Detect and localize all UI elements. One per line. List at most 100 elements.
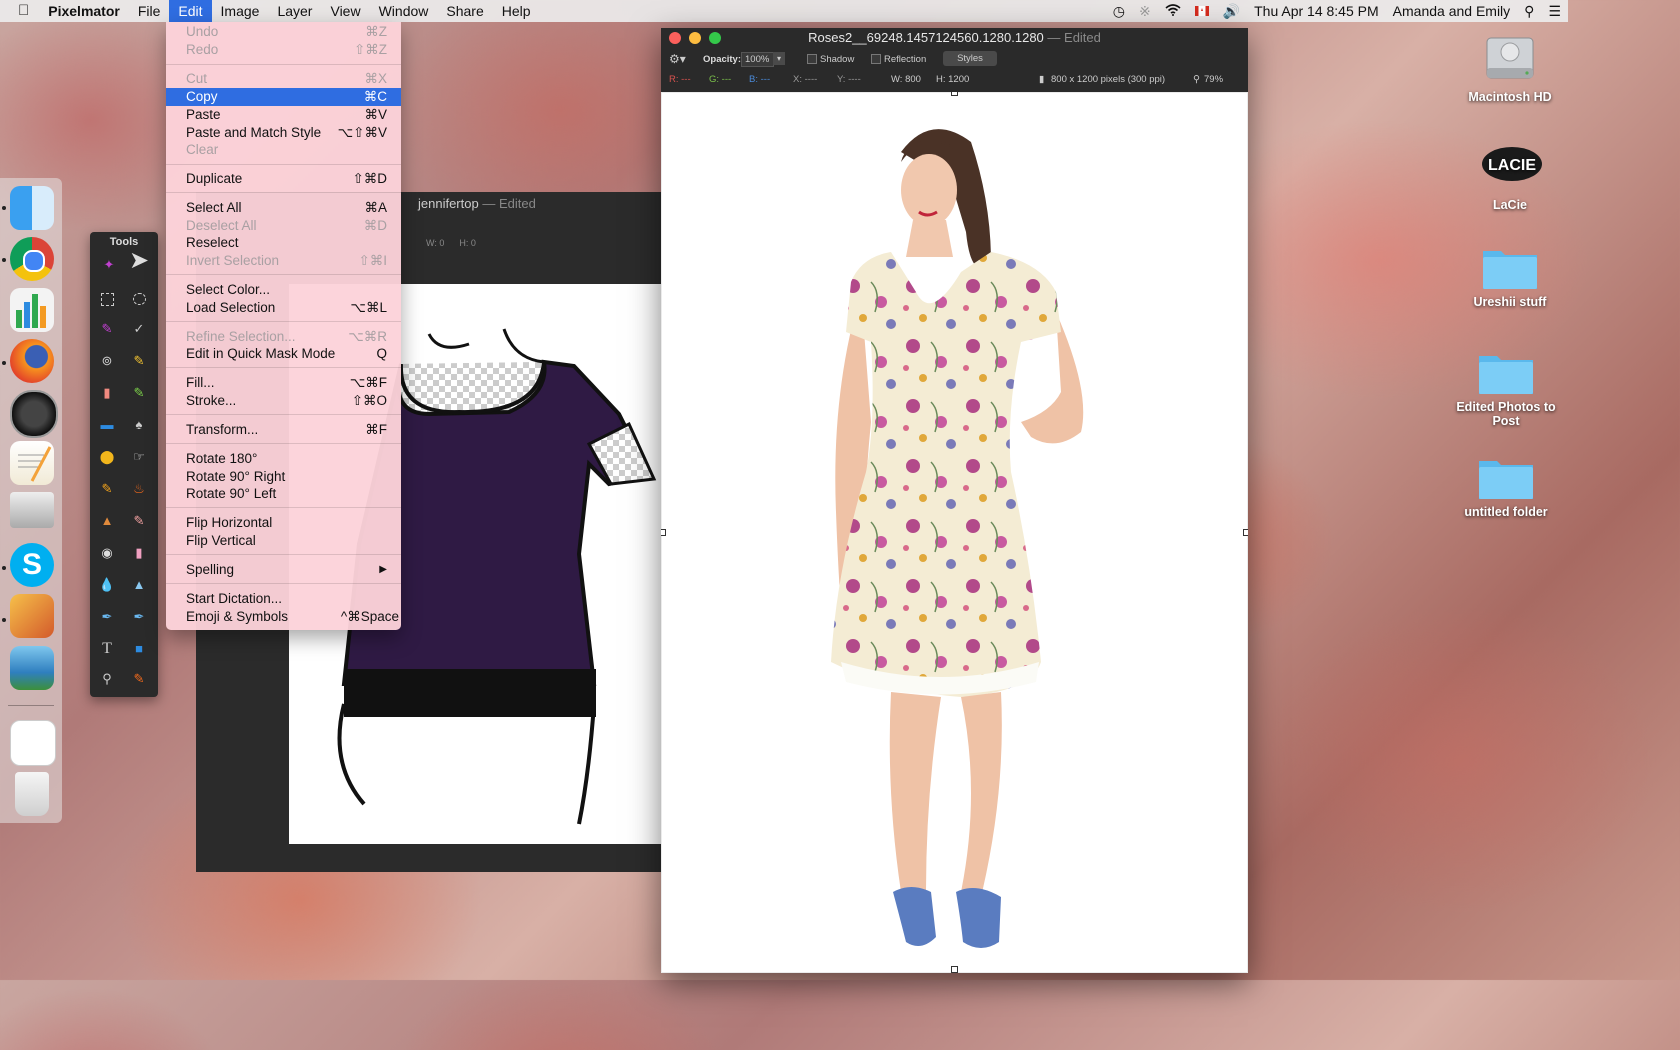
app-menu[interactable]: Pixelmator bbox=[39, 0, 129, 22]
spotlight-search-icon[interactable]: ⚲ bbox=[1517, 3, 1541, 20]
menu-image[interactable]: Image bbox=[212, 0, 269, 22]
menu-item-duplicate[interactable]: Duplicate ⇧⌘D bbox=[166, 170, 401, 188]
desktop-icon-edited-photos[interactable]: Edited Photos to Post bbox=[1451, 348, 1561, 428]
chrome-icon[interactable] bbox=[10, 237, 54, 281]
apple-menu-icon[interactable]:  bbox=[0, 0, 39, 22]
shape-tool-icon[interactable]: ■ bbox=[128, 638, 150, 660]
color-picker-tool-icon[interactable]: ✎ bbox=[128, 668, 150, 690]
menu-item-rotate-90-right[interactable]: Rotate 90° Right bbox=[166, 468, 401, 486]
resize-handle[interactable] bbox=[1243, 529, 1248, 536]
title-bar[interactable]: Roses2__69248.1457124560.1280.1280 — Edi… bbox=[661, 28, 1248, 48]
desktop-icon-ureshii-stuff[interactable]: Ureshii stuff bbox=[1455, 243, 1565, 309]
sponge-tool-icon[interactable]: ▮ bbox=[128, 542, 150, 564]
burn-tool-icon[interactable]: ♨ bbox=[128, 478, 150, 500]
clone-stamp-tool-icon[interactable]: ▲ bbox=[96, 510, 118, 532]
menu-item-flip-vertical[interactable]: Flip Vertical bbox=[166, 532, 401, 550]
red-eye-tool-icon[interactable]: ◉ bbox=[96, 542, 118, 564]
menu-item-refine-selection[interactable]: Refine Selection... ⌥⌘R bbox=[166, 328, 401, 346]
menu-file[interactable]: File bbox=[129, 0, 170, 22]
freeform-pen-tool-icon[interactable]: ✒ bbox=[128, 606, 150, 628]
menu-item-select-all[interactable]: Select All ⌘A bbox=[166, 199, 401, 217]
menu-item-flip-horizontal[interactable]: Flip Horizontal bbox=[166, 514, 401, 532]
resize-handle[interactable] bbox=[661, 529, 666, 536]
ellipse-select-tool-icon[interactable] bbox=[128, 288, 150, 310]
menu-item-stroke[interactable]: Stroke... ⇧⌘O bbox=[166, 392, 401, 410]
clock[interactable]: Thu Apr 14 8:45 PM bbox=[1247, 3, 1386, 19]
gear-icon[interactable]: ⚙▾ bbox=[669, 52, 686, 66]
bluetooth-icon[interactable]: ※ bbox=[1132, 3, 1158, 20]
menu-item-fill[interactable]: Fill... ⌥⌘F bbox=[166, 374, 401, 392]
input-source-flag-icon[interactable] bbox=[1188, 3, 1216, 19]
menu-item-rotate-180[interactable]: Rotate 180° bbox=[166, 450, 401, 468]
menu-item-select-color[interactable]: Select Color... bbox=[166, 281, 401, 299]
type-tool-icon[interactable]: T bbox=[96, 638, 118, 660]
shadow-checkbox[interactable] bbox=[807, 54, 817, 64]
reflection-checkbox[interactable] bbox=[871, 54, 881, 64]
disk-utility-icon[interactable] bbox=[10, 492, 54, 528]
styles-button[interactable]: Styles bbox=[943, 51, 997, 66]
pen-tool-icon[interactable]: ✒ bbox=[96, 606, 118, 628]
desktop-icon-lacie[interactable]: LACIE LaCie bbox=[1455, 146, 1565, 212]
smudge-tool-icon[interactable]: ☞ bbox=[128, 446, 150, 468]
zoom-tool-icon[interactable]: ⚲ bbox=[96, 668, 118, 690]
menu-edit[interactable]: Edit bbox=[169, 0, 212, 22]
desktop-icon-macintosh-hd[interactable]: Macintosh HD bbox=[1455, 30, 1565, 104]
desktop-icon-untitled-folder[interactable]: untitled folder bbox=[1451, 453, 1561, 519]
pixelmator-icon[interactable] bbox=[10, 594, 54, 638]
menu-item-spelling[interactable]: Spelling ▶ bbox=[166, 561, 401, 579]
menu-item-transform[interactable]: Transform... ⌘F bbox=[166, 421, 401, 439]
opacity-stepper-icon[interactable]: ▾ bbox=[773, 52, 785, 65]
wifi-icon[interactable] bbox=[1158, 3, 1188, 19]
menu-help[interactable]: Help bbox=[493, 0, 540, 22]
menu-layer[interactable]: Layer bbox=[268, 0, 321, 22]
numbers-icon[interactable] bbox=[10, 288, 54, 332]
zoom-level[interactable]: 79% bbox=[1204, 74, 1223, 85]
eyedropper-tool-icon[interactable]: ✎ bbox=[128, 350, 150, 372]
downloads-stack-icon[interactable] bbox=[10, 720, 56, 766]
menu-item-emoji-symbols[interactable]: Emoji & Symbols ^⌘Space bbox=[166, 608, 401, 626]
dashboard-icon[interactable] bbox=[10, 390, 58, 438]
menu-item-redo[interactable]: Redo ⇧⌘Z bbox=[166, 41, 401, 59]
resize-handle[interactable] bbox=[951, 966, 958, 973]
menu-item-rotate-90-left[interactable]: Rotate 90° Left bbox=[166, 485, 401, 503]
blur-tool-icon[interactable]: 💧 bbox=[96, 574, 118, 596]
trash-icon[interactable] bbox=[15, 772, 49, 816]
time-machine-icon[interactable]: ◷ bbox=[1106, 3, 1132, 20]
main-document-window[interactable]: Roses2__69248.1457124560.1280.1280 — Edi… bbox=[661, 28, 1248, 973]
magic-wand-tool-icon[interactable]: ✦ bbox=[98, 254, 120, 276]
gradient-tool-icon[interactable]: ⬤ bbox=[96, 446, 118, 468]
menu-item-paste[interactable]: Paste ⌘V bbox=[166, 106, 401, 124]
lasso-tool-icon[interactable]: ✓ bbox=[128, 318, 150, 340]
menu-item-reselect[interactable]: Reselect bbox=[166, 234, 401, 252]
menu-item-quick-mask[interactable]: Edit in Quick Mask Mode Q bbox=[166, 345, 401, 363]
menu-share[interactable]: Share bbox=[437, 0, 492, 22]
menu-window[interactable]: Window bbox=[370, 0, 438, 22]
rectangle-tool-icon[interactable]: ▬ bbox=[96, 414, 118, 436]
menu-item-start-dictation[interactable]: Start Dictation... bbox=[166, 590, 401, 608]
quick-select-tool-icon[interactable]: ✎ bbox=[96, 318, 118, 340]
arrow-tool-icon[interactable]: ➤ bbox=[128, 249, 150, 273]
finder-icon[interactable] bbox=[10, 186, 54, 230]
menu-item-invert-selection[interactable]: Invert Selection ⇧⌘I bbox=[166, 252, 401, 270]
skype-icon[interactable]: S bbox=[10, 543, 54, 587]
paint-bucket-tool-icon[interactable]: ♠ bbox=[128, 414, 150, 436]
iphoto-icon[interactable] bbox=[10, 646, 54, 690]
menu-item-paste-match-style[interactable]: Paste and Match Style ⌥⇧⌘V bbox=[166, 124, 401, 142]
menu-item-deselect-all[interactable]: Deselect All ⌘D bbox=[166, 217, 401, 235]
pencil-tool-icon[interactable]: ✎ bbox=[128, 382, 150, 404]
menu-item-undo[interactable]: Undo ⌘Z bbox=[166, 23, 401, 41]
menu-item-cut[interactable]: Cut ⌘X bbox=[166, 70, 401, 88]
repair-tool-icon[interactable]: ✎ bbox=[128, 510, 150, 532]
menu-item-copy[interactable]: Copy ⌘C bbox=[166, 88, 401, 106]
menu-view[interactable]: View bbox=[321, 0, 369, 22]
opacity-field[interactable]: 100% bbox=[741, 52, 774, 67]
menu-item-load-selection[interactable]: Load Selection ⌥⌘L bbox=[166, 299, 401, 317]
menu-item-clear[interactable]: Clear bbox=[166, 141, 401, 159]
volume-icon[interactable]: 🔊 bbox=[1216, 3, 1247, 20]
user-name[interactable]: Amanda and Emily bbox=[1386, 3, 1518, 19]
firefox-icon[interactable] bbox=[10, 339, 54, 383]
textedit-icon[interactable] bbox=[10, 441, 54, 485]
brush-tool-icon[interactable]: ✎ bbox=[96, 478, 118, 500]
document-canvas[interactable] bbox=[661, 92, 1248, 973]
rect-select-tool-icon[interactable] bbox=[96, 288, 118, 310]
